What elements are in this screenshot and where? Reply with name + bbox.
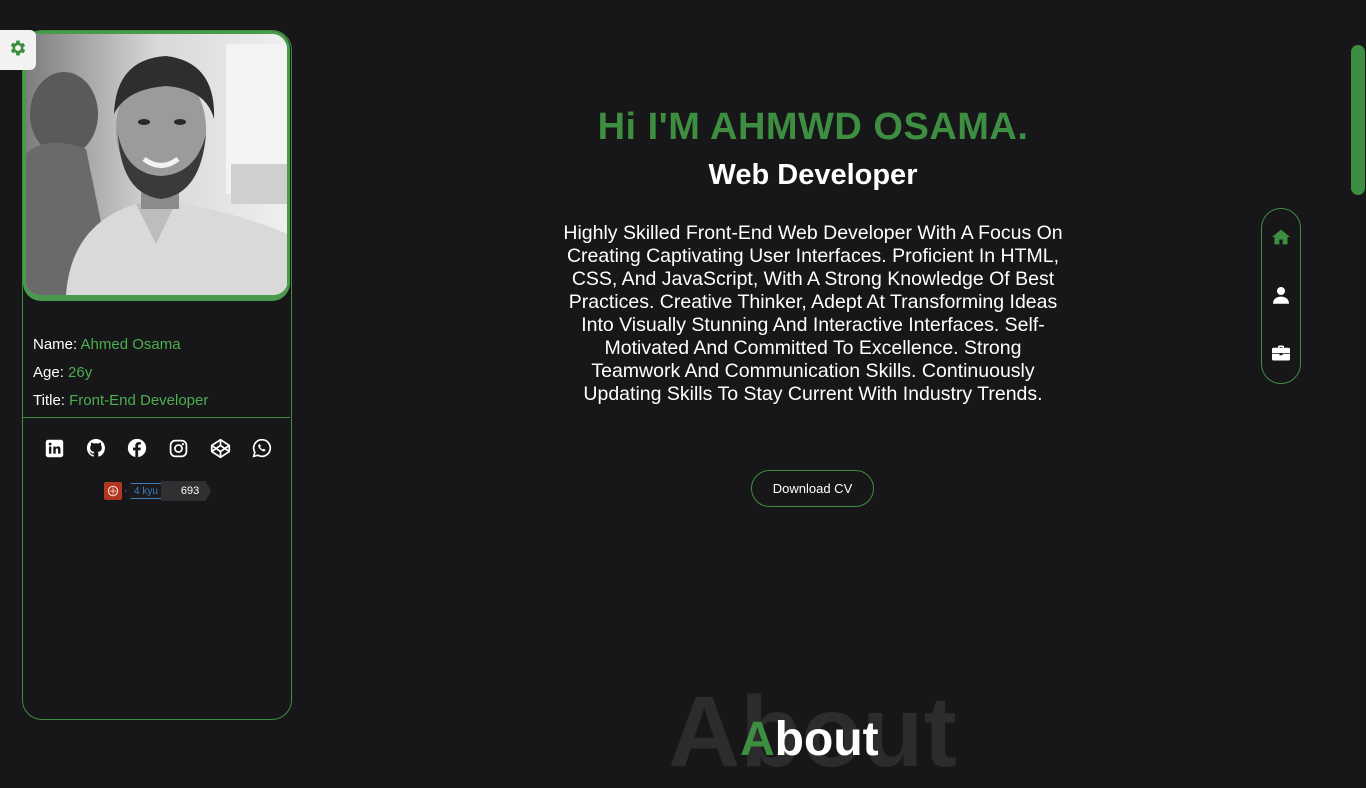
gear-icon bbox=[8, 38, 28, 63]
codewars-score: 693 bbox=[161, 481, 211, 501]
info-title-key: Title bbox=[33, 392, 61, 409]
profile-info: Name: Ahmed Osama Age: 26y Title: Front-… bbox=[33, 331, 208, 415]
codewars-rank: 4 kyu bbox=[125, 483, 167, 499]
whatsapp-icon[interactable] bbox=[251, 437, 273, 459]
info-age-key: Age bbox=[33, 364, 60, 381]
github-icon[interactable] bbox=[85, 437, 107, 459]
home-icon[interactable] bbox=[1271, 227, 1291, 247]
linkedin-icon[interactable] bbox=[43, 437, 65, 459]
download-cv-button[interactable]: Download CV bbox=[751, 470, 874, 507]
settings-toggle[interactable] bbox=[0, 30, 36, 70]
side-nav bbox=[1261, 208, 1301, 384]
codewars-badge[interactable]: 4 kyu 693 bbox=[104, 481, 211, 501]
info-name-key: Name bbox=[33, 336, 74, 353]
codepen-icon[interactable] bbox=[209, 437, 231, 459]
instagram-icon[interactable] bbox=[168, 437, 190, 459]
about-heading-first-letter: A bbox=[740, 713, 775, 766]
about-heading-rest: bout bbox=[774, 713, 879, 766]
info-title: Title: Front-End Developer bbox=[33, 392, 209, 409]
info-name-value: Ahmed Osama bbox=[80, 336, 181, 353]
about-heading: About bbox=[740, 716, 879, 764]
user-icon[interactable] bbox=[1271, 285, 1291, 305]
info-age: Age: 26y bbox=[33, 364, 93, 381]
profile-card: Name: Ahmed Osama Age: 26y Title: Front-… bbox=[22, 30, 292, 720]
scrollbar-thumb[interactable] bbox=[1351, 45, 1365, 195]
info-title-value: Front-End Developer bbox=[69, 392, 209, 409]
codewars-icon bbox=[104, 482, 122, 500]
profile-photo bbox=[23, 31, 290, 301]
hero-section: Hi I'M AHMWD OSAMA. Web Developer Highly… bbox=[562, 100, 1064, 406]
hero-description: Highly Skilled Front-End Web Developer W… bbox=[563, 222, 1063, 405]
social-links bbox=[43, 437, 273, 459]
briefcase-icon[interactable] bbox=[1271, 343, 1291, 363]
info-age-value: 26y bbox=[68, 364, 93, 381]
hero-title: Hi I'M AHMWD OSAMA. bbox=[597, 106, 1029, 148]
card-divider bbox=[23, 417, 290, 418]
facebook-icon[interactable] bbox=[126, 437, 148, 459]
info-name: Name: Ahmed Osama bbox=[33, 336, 181, 353]
hero-subtitle: Web Developer bbox=[708, 159, 918, 191]
